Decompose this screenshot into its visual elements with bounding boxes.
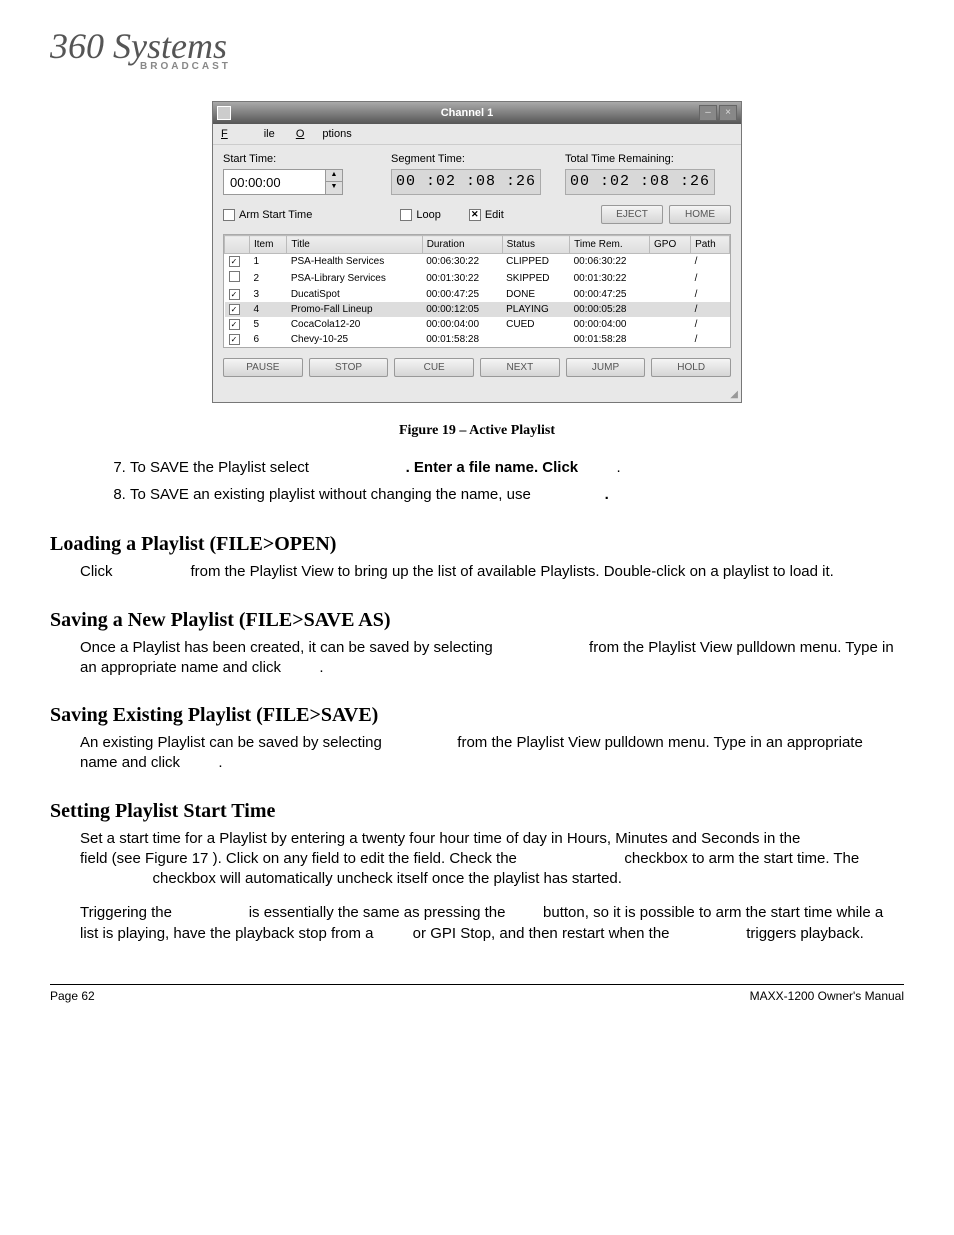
- start-time-value[interactable]: 00:00:00: [224, 175, 325, 190]
- resize-grip-icon[interactable]: ◢: [213, 389, 741, 402]
- para-start-time-2: Triggering the Start Time is essentially…: [80, 903, 904, 944]
- row-checkbox[interactable]: [229, 271, 240, 282]
- step-list: To SAVE the Playlist select File>Save As…: [130, 459, 904, 503]
- column-header[interactable]: Status: [502, 236, 569, 254]
- table-row[interactable]: 1PSA-Health Services00:06:30:22CLIPPED00…: [225, 254, 730, 270]
- table-row[interactable]: 5CocaCola12-2000:00:04:00CUED00:00:04:00…: [225, 317, 730, 332]
- figure-caption: Figure 19 – Active Playlist: [50, 423, 904, 439]
- menu-bar: File Options: [213, 124, 741, 145]
- row-checkbox[interactable]: [229, 319, 240, 330]
- para-save-new: Once a Playlist has been created, it can…: [80, 638, 904, 679]
- row-checkbox[interactable]: [229, 334, 240, 345]
- para-save-existing: An existing Playlist can be saved by sel…: [80, 733, 904, 774]
- home-button[interactable]: HOME: [669, 205, 731, 224]
- row-checkbox[interactable]: [229, 304, 240, 315]
- column-header[interactable]: Duration: [422, 236, 502, 254]
- total-remaining-label: Total Time Remaining:: [565, 153, 731, 169]
- table-row[interactable]: 6Chevy-10-2500:01:58:2800:01:58:28/: [225, 332, 730, 347]
- column-header[interactable]: [225, 236, 250, 254]
- cue-button[interactable]: CUE: [394, 358, 474, 377]
- menu-options[interactable]: Options: [296, 128, 352, 140]
- step-7: To SAVE the Playlist select File>Save As…: [130, 459, 904, 476]
- start-time-label: Start Time:: [223, 153, 383, 169]
- column-header[interactable]: Time Rem.: [570, 236, 650, 254]
- brand-logo: 360 Systems BROADCAST: [50, 30, 904, 71]
- row-checkbox[interactable]: [229, 289, 240, 300]
- edit-checkbox[interactable]: Edit: [469, 209, 504, 221]
- logo-text: 360 Systems: [50, 26, 227, 66]
- column-header[interactable]: Item: [249, 236, 286, 254]
- column-header[interactable]: GPO: [650, 236, 691, 254]
- start-time-field[interactable]: 00:00:00 ▲ ▼: [223, 169, 343, 195]
- column-header[interactable]: Title: [287, 236, 422, 254]
- spin-up-icon[interactable]: ▲: [326, 170, 342, 182]
- total-remaining-lcd: 00 :02 :08 :26: [565, 169, 715, 195]
- logo-subtext: BROADCAST: [140, 62, 904, 71]
- page-footer: Page 62 MAXX-1200 Owner's Manual: [50, 984, 904, 1003]
- heading-loading: Loading a Playlist (FILE>OPEN): [50, 533, 904, 556]
- heading-start-time: Setting Playlist Start Time: [50, 800, 904, 823]
- playlist-window: Channel 1 – × File Options Start Time: 0…: [212, 101, 742, 403]
- minimize-button[interactable]: –: [699, 105, 717, 121]
- segment-time-lcd: 00 :02 :08 :26: [391, 169, 541, 195]
- playlist-table: ItemTitleDurationStatusTime Rem.GPOPath …: [223, 234, 731, 348]
- footer-page: Page 62: [50, 989, 95, 1003]
- spin-down-icon[interactable]: ▼: [326, 182, 342, 194]
- close-button[interactable]: ×: [719, 105, 737, 121]
- loop-checkbox[interactable]: Loop: [400, 209, 440, 221]
- row-checkbox[interactable]: [229, 256, 240, 267]
- menu-file[interactable]: File: [221, 128, 275, 140]
- table-row[interactable]: 3DucatiSpot00:00:47:25DONE00:00:47:25/: [225, 287, 730, 302]
- footer-doc: MAXX-1200 Owner's Manual: [750, 989, 904, 1003]
- table-row[interactable]: 4Promo-Fall Lineup00:00:12:05PLAYING00:0…: [225, 302, 730, 317]
- pause-button[interactable]: PAUSE: [223, 358, 303, 377]
- table-row[interactable]: 2PSA-Library Services00:01:30:22SKIPPED0…: [225, 269, 730, 287]
- jump-button[interactable]: JUMP: [566, 358, 646, 377]
- arm-start-time-checkbox[interactable]: Arm Start Time: [223, 209, 312, 221]
- stop-button[interactable]: STOP: [309, 358, 389, 377]
- window-title: Channel 1: [237, 107, 697, 119]
- column-header[interactable]: Path: [691, 236, 730, 254]
- step-8: To SAVE an existing playlist without cha…: [130, 486, 904, 503]
- title-bar: Channel 1 – ×: [213, 102, 741, 124]
- segment-time-label: Segment Time:: [391, 153, 557, 169]
- hold-button[interactable]: HOLD: [651, 358, 731, 377]
- eject-button[interactable]: EJECT: [601, 205, 663, 224]
- heading-save-existing: Saving Existing Playlist (FILE>SAVE): [50, 704, 904, 727]
- next-button[interactable]: NEXT: [480, 358, 560, 377]
- heading-save-new: Saving a New Playlist (FILE>SAVE AS): [50, 609, 904, 632]
- para-loading: Click File>Open from the Playlist View t…: [80, 562, 904, 582]
- window-icon: [217, 106, 231, 120]
- para-start-time-1: Set a start time for a Playlist by enter…: [80, 829, 904, 890]
